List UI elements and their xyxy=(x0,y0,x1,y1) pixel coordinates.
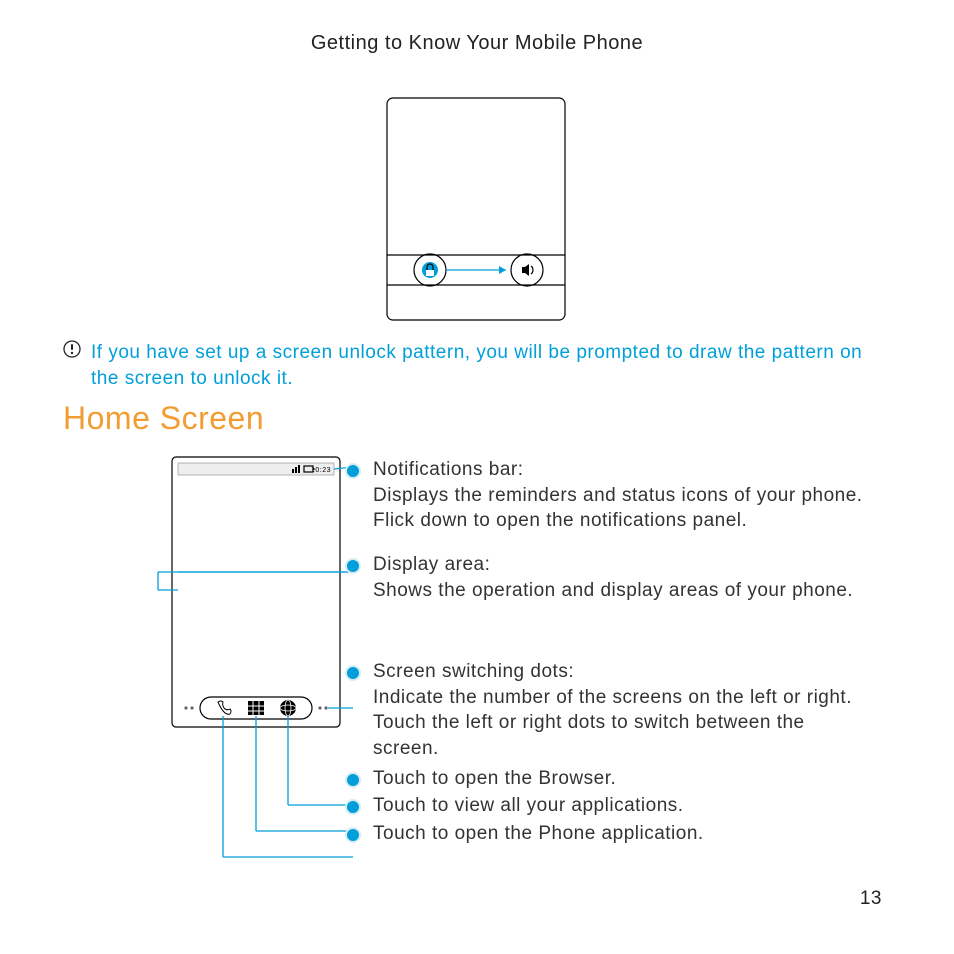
page-header: Getting to Know Your Mobile Phone xyxy=(0,32,954,55)
callout-open-browser: Touch to open the Browser. xyxy=(345,766,875,792)
note-text: If you have set up a screen unlock patte… xyxy=(91,340,893,391)
callout-title: Screen switching dots: xyxy=(373,661,574,682)
callout-open-phone-app: Touch to open the Phone application. xyxy=(345,821,875,847)
bullet-icon xyxy=(345,463,361,479)
bullet-icon xyxy=(345,558,361,574)
callout-body: Touch to open the Browser. xyxy=(373,766,616,792)
speaker-icon xyxy=(522,264,533,276)
callout-body: Touch to view all your applications. xyxy=(373,793,684,819)
alert-icon xyxy=(63,340,81,358)
lock-icon xyxy=(422,262,438,278)
page-number: 13 xyxy=(860,888,882,910)
unlock-diagram xyxy=(382,95,572,325)
apps-grid-icon xyxy=(248,701,264,715)
callout-screen-dots: Screen switching dots: Indicate the numb… xyxy=(345,659,875,762)
bullet-icon xyxy=(345,827,361,843)
status-time: 10:23 xyxy=(311,467,331,474)
callout-title: Display area: xyxy=(373,554,490,575)
bullet-icon xyxy=(345,665,361,681)
bullet-icon xyxy=(345,772,361,788)
callout-body: Shows the operation and display areas of… xyxy=(373,580,853,601)
callout-body: Displays the reminders and status icons … xyxy=(373,485,863,532)
callout-body: Touch to open the Phone application. xyxy=(373,821,704,847)
callout-notifications-bar: Notifications bar: Displays the reminder… xyxy=(345,457,875,534)
callout-body: Indicate the number of the screens on th… xyxy=(373,687,852,759)
manual-page: Getting to Know Your Mobile Phone xyxy=(0,0,954,954)
pattern-unlock-note: If you have set up a screen unlock patte… xyxy=(63,340,893,391)
home-screen-diagram: 10:23 xyxy=(170,455,345,875)
section-title-home-screen: Home Screen xyxy=(63,400,264,437)
callout-view-apps: Touch to view all your applications. xyxy=(345,793,875,819)
browser-globe-icon xyxy=(280,700,296,716)
callout-title: Notifications bar: xyxy=(373,459,524,480)
bullet-icon xyxy=(345,799,361,815)
callout-list: Notifications bar: Displays the reminder… xyxy=(345,457,875,855)
callout-display-area: Display area: Shows the operation and di… xyxy=(345,552,875,603)
phone-icon xyxy=(218,701,231,714)
